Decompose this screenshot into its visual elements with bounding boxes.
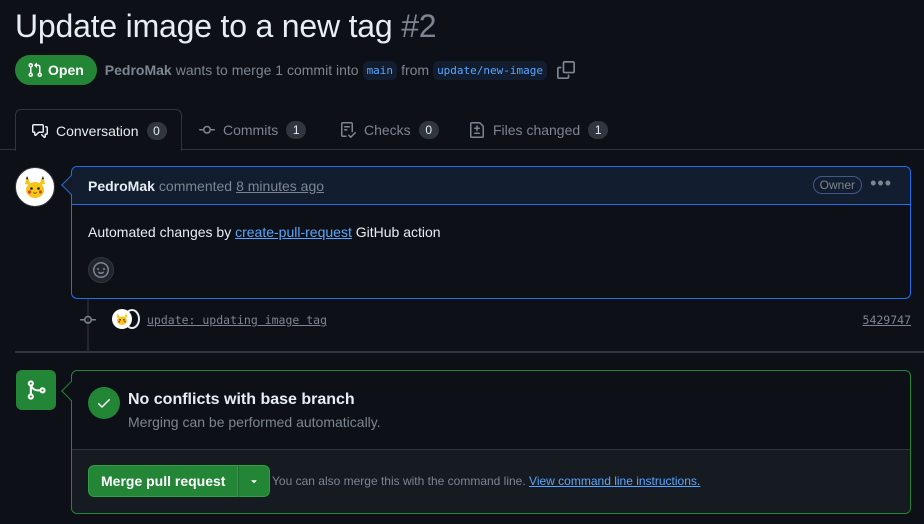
head-branch[interactable]: update/new-image [433, 60, 548, 80]
tab-files-changed[interactable]: Files changed 1 [469, 109, 609, 150]
status-badge: Open [15, 55, 97, 85]
git-merge-icon [27, 380, 46, 400]
merge-status-icon-box [16, 370, 56, 410]
comment-timestamp[interactable]: 8 minutes ago [236, 178, 324, 194]
merge-box-pointer [61, 381, 81, 401]
copy-icon[interactable] [557, 61, 576, 79]
commit-author-avatar[interactable] [112, 309, 132, 329]
command-line-instructions-link[interactable]: View command line instructions. [529, 474, 700, 488]
from-label: from [401, 62, 430, 78]
merge-description: wants to merge 1 commit into [175, 62, 359, 78]
comment-header: PedroMak commented 8 minutes ago Owner •… [72, 167, 910, 205]
kebab-menu-icon[interactable]: ••• [870, 173, 892, 194]
file-diff-icon [470, 121, 484, 138]
comment-author[interactable]: PedroMak [88, 178, 155, 194]
pr-number: #2 [401, 8, 437, 44]
add-reaction-button[interactable] [88, 257, 114, 283]
merge-options-dropdown[interactable] [238, 465, 271, 497]
tab-checks-label: Checks [364, 121, 411, 138]
triangle-down-icon [251, 480, 258, 484]
tab-conversation[interactable]: Conversation 0 [15, 109, 182, 151]
git-commit-icon [80, 315, 96, 324]
owner-badge: Owner [812, 176, 862, 194]
comment-discussion-icon [32, 123, 48, 138]
merge-heading: No conflicts with base branch [128, 391, 355, 408]
git-commit-icon [199, 125, 215, 134]
tab-files-changed-count: 1 [588, 120, 609, 139]
commit-sha-link[interactable]: 5429747 [863, 313, 911, 327]
tab-commits[interactable]: Commits 1 [199, 109, 307, 150]
comment-box: PedroMak commented 8 minutes ago Owner •… [61, 166, 911, 299]
check-icon [88, 387, 120, 419]
pikachu-avatar-icon [25, 176, 45, 198]
git-pull-request-icon [28, 62, 43, 78]
pr-title-text: Update image to a new tag [15, 8, 393, 44]
pr-title: Update image to a new tag #2 [15, 8, 437, 45]
tab-files-changed-label: Files changed [493, 121, 581, 138]
create-pull-request-link[interactable]: create-pull-request [235, 224, 352, 240]
comment-body: Automated changes by create-pull-request… [88, 224, 441, 240]
timeline-divider [15, 351, 924, 353]
smiley-icon [93, 262, 109, 278]
pr-tabs: Conversation 0 Commits 1 Checks 0 Files … [0, 109, 924, 151]
commit-message-link[interactable]: update: updating image tag [147, 313, 327, 327]
tab-checks-count: 0 [418, 120, 439, 139]
merge-button-group: Merge pull request [88, 465, 271, 497]
pikachu-avatar-icon [116, 313, 128, 325]
merge-footer: Merge pull request You can also merge th… [72, 449, 910, 513]
merge-box: No conflicts with base branch Merging ca… [61, 370, 911, 514]
merge-pull-request-button[interactable]: Merge pull request [88, 465, 239, 497]
tab-checks[interactable]: Checks 0 [340, 109, 439, 150]
tab-commits-label: Commits [223, 121, 279, 138]
checklist-icon [341, 121, 356, 138]
comment-verb: commented [158, 177, 233, 194]
merge-hint-text: You can also merge this with the command… [272, 474, 526, 488]
status-label: Open [48, 62, 84, 78]
tab-commits-count: 1 [286, 120, 307, 139]
base-branch[interactable]: main [362, 60, 398, 80]
comment-body-text: Automated changes by [88, 224, 232, 240]
pr-meta: Open PedroMak wants to merge 1 commit in… [15, 55, 576, 85]
merge-subtext: Merging can be performed automatically. [128, 414, 381, 430]
tab-conversation-count: 0 [146, 121, 167, 140]
merge-hint: You can also merge this with the command… [272, 474, 700, 488]
comment-body-suffix: GitHub action [355, 224, 441, 240]
tab-conversation-label: Conversation [56, 122, 139, 139]
avatar[interactable] [15, 167, 55, 207]
pr-author-link[interactable]: PedroMak [105, 62, 172, 78]
